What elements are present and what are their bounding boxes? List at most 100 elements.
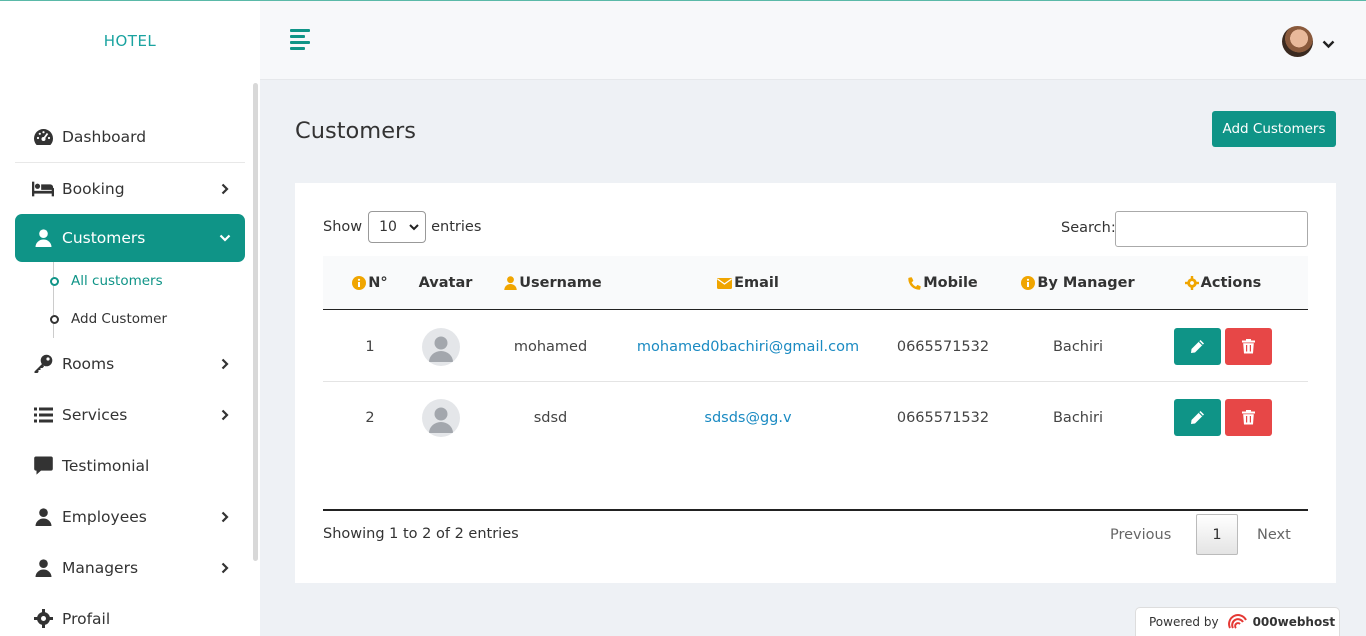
column-header-label: Email — [734, 275, 779, 291]
cell-email: sdsds@gg.v — [633, 382, 863, 453]
powered-by-badge[interactable]: Powered by 000webhost — [1135, 607, 1340, 636]
cell-number: 1 — [365, 338, 375, 355]
search-input[interactable] — [1115, 211, 1308, 247]
sidebar-item-dashboard[interactable]: Dashboard — [15, 111, 245, 163]
powered-by-label: Powered by — [1149, 615, 1219, 629]
topbar — [260, 0, 1366, 80]
sidebar-item-services[interactable]: Services — [15, 389, 245, 440]
column-header-email[interactable]: Email — [683, 256, 813, 310]
chevron-right-icon — [219, 183, 231, 195]
table-row: 1 mohamed mohamed0bachiri@gmail.com 0665… — [323, 311, 1308, 382]
sidebar-item-employees[interactable]: Employees — [15, 491, 245, 542]
search-label: Search: — [1061, 220, 1116, 236]
chevron-down-icon — [409, 219, 419, 235]
cell-mobile: 0665571532 — [896, 338, 990, 355]
menu-toggle-icon[interactable] — [290, 29, 312, 50]
cell-username: mohamed — [513, 338, 588, 355]
delete-button[interactable] — [1225, 328, 1272, 365]
key-icon — [32, 353, 54, 375]
cell-actions — [1173, 382, 1273, 453]
sidebar-item-rooms[interactable]: Rooms — [15, 338, 245, 389]
sidebar-item-label: Dashboard — [62, 127, 147, 146]
sidebar-item-label: Customers — [62, 229, 146, 247]
info-icon — [1021, 276, 1036, 290]
gear-icon — [32, 608, 54, 630]
cell-manager: Bachiri — [1052, 338, 1103, 355]
submenu-item-all-customers[interactable]: All customers — [15, 262, 245, 300]
sidebar-item-testimonial[interactable]: Testimonial — [15, 440, 245, 491]
user-avatar[interactable] — [1282, 26, 1313, 57]
column-header-mobile[interactable]: Mobile — [883, 256, 1003, 310]
page-title: Customers — [295, 118, 417, 144]
cell-number: 2 — [365, 409, 375, 426]
email-link[interactable]: mohamed0bachiri@gmail.com — [637, 339, 859, 355]
submenu-label: Add Customer — [71, 311, 168, 327]
edit-button[interactable] — [1174, 328, 1221, 365]
cell-avatar — [413, 382, 468, 453]
edit-button[interactable] — [1174, 399, 1221, 436]
chevron-right-icon — [219, 409, 231, 421]
sidebar-item-profail[interactable]: Profail — [15, 593, 245, 636]
column-header-by-manager[interactable]: By Manager — [1013, 256, 1143, 310]
bed-icon — [32, 178, 54, 200]
list-icon — [32, 404, 54, 426]
column-header-number[interactable]: N° — [345, 256, 395, 310]
page-size-value: 10 — [379, 219, 397, 235]
pagination-next[interactable]: Next — [1257, 514, 1291, 555]
user-icon — [32, 557, 54, 579]
submenu-label: All customers — [71, 273, 163, 289]
sidebar-item-managers[interactable]: Managers — [15, 542, 245, 593]
pagination-page-1[interactable]: 1 — [1196, 514, 1238, 555]
sidebar-item-label: Services — [62, 405, 128, 424]
sidebar-item-customers[interactable]: Customers — [15, 214, 245, 262]
add-customers-button[interactable]: Add Customers — [1212, 111, 1336, 147]
comment-icon — [32, 455, 54, 477]
table-header: N° Avatar Username Email Mobile By Manag… — [323, 256, 1308, 310]
chevron-right-icon — [219, 358, 231, 370]
table-footer-divider — [323, 509, 1308, 511]
entries-label: entries — [431, 219, 482, 235]
sidebar-item-label: Profail — [62, 609, 111, 628]
sidebar-item-label: Rooms — [62, 354, 115, 373]
sidebar-item-booking[interactable]: Booking — [15, 163, 245, 214]
page-size-select[interactable]: 10 — [368, 211, 427, 243]
column-header-label: N° — [368, 275, 388, 291]
info-icon — [352, 276, 367, 290]
cell-actions — [1173, 311, 1273, 382]
sidebar-item-label: Testimonial — [62, 456, 150, 475]
dashboard-icon — [32, 126, 54, 148]
brand-logo[interactable]: HOTEL — [0, 1, 260, 81]
column-header-label: Avatar — [418, 275, 473, 291]
cell-mobile: 0665571532 — [896, 409, 990, 426]
email-link[interactable]: sdsds@gg.v — [704, 410, 791, 426]
bullet-icon — [50, 314, 59, 324]
phone-icon — [908, 276, 921, 290]
chevron-right-icon — [219, 562, 231, 574]
column-header-label: By Manager — [1037, 275, 1135, 291]
pencil-icon — [1191, 340, 1204, 353]
gear-icon — [1184, 276, 1199, 290]
column-header-label: Actions — [1200, 275, 1262, 291]
webhost-logo-icon — [1227, 614, 1249, 630]
trash-icon — [1242, 410, 1255, 425]
sidebar-item-label: Managers — [62, 558, 139, 577]
user-icon — [32, 506, 54, 528]
envelope-icon — [717, 277, 733, 289]
submenu-item-add-customer[interactable]: Add Customer — [15, 300, 245, 338]
sidebar-scrollbar[interactable] — [253, 83, 258, 561]
chevron-right-icon — [219, 511, 231, 523]
customers-submenu: All customers Add Customer — [15, 262, 245, 338]
sidebar-item-label: Booking — [62, 179, 125, 198]
webhost-name: 000webhost — [1252, 615, 1336, 629]
delete-button[interactable] — [1225, 399, 1272, 436]
table-info: Showing 1 to 2 of 2 entries — [323, 526, 519, 542]
cell-username: sdsd — [533, 409, 568, 426]
cell-manager: Bachiri — [1052, 409, 1103, 426]
pagination-previous[interactable]: Previous — [1110, 514, 1171, 555]
customers-card: Show 10 entries Search: N° Avatar Userna… — [295, 183, 1336, 583]
column-header-actions[interactable]: Actions — [1173, 256, 1273, 310]
column-header-avatar[interactable]: Avatar — [413, 256, 478, 310]
column-header-username[interactable]: Username — [498, 256, 608, 310]
chevron-down-icon[interactable] — [1322, 34, 1336, 49]
cell-email: mohamed0bachiri@gmail.com — [633, 311, 863, 382]
